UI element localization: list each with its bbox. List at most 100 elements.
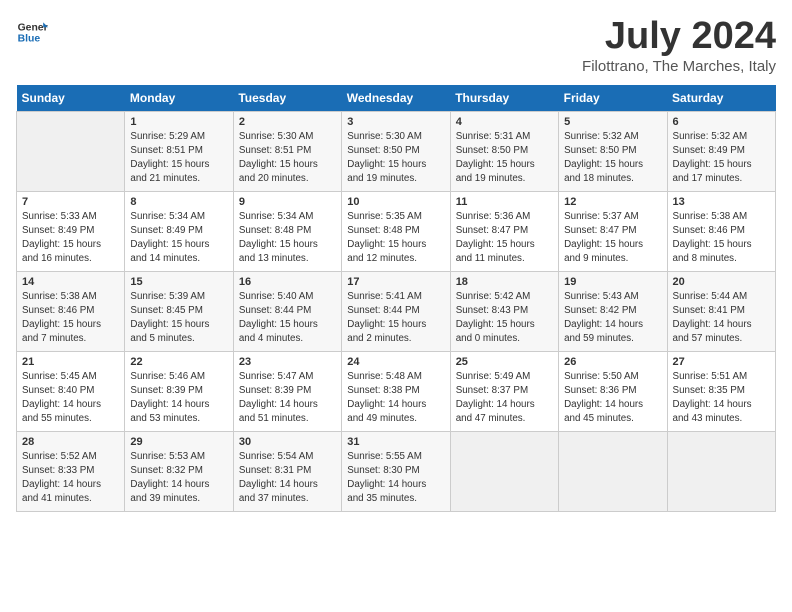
day-number: 2 bbox=[239, 116, 336, 128]
day-number: 29 bbox=[130, 436, 227, 448]
calendar-cell: 9Sunrise: 5:34 AM Sunset: 8:48 PM Daylig… bbox=[233, 191, 341, 271]
day-number: 13 bbox=[673, 196, 770, 208]
day-info: Sunrise: 5:55 AM Sunset: 8:30 PM Dayligh… bbox=[347, 450, 444, 507]
day-number: 22 bbox=[130, 356, 227, 368]
calendar-cell: 22Sunrise: 5:46 AM Sunset: 8:39 PM Dayli… bbox=[125, 351, 233, 431]
calendar-cell: 3Sunrise: 5:30 AM Sunset: 8:50 PM Daylig… bbox=[342, 111, 450, 191]
calendar-header-day: Saturday bbox=[667, 85, 775, 112]
day-number: 8 bbox=[130, 196, 227, 208]
day-info: Sunrise: 5:52 AM Sunset: 8:33 PM Dayligh… bbox=[22, 450, 119, 507]
calendar-cell: 31 Sunrise: 5:55 AM Sunset: 8:30 PM Dayli… bbox=[342, 431, 450, 511]
calendar-cell: 1 Sunrise: 5:29 AM Sunset: 8:51 PM Daylig… bbox=[125, 111, 233, 191]
day-info: Sunrise: 5:39 AM Sunset: 8:45 PM Dayligh… bbox=[130, 290, 227, 347]
day-info: Sunrise: 5:50 AM Sunset: 8:36 PM Dayligh… bbox=[564, 370, 661, 427]
calendar-cell: 19Sunrise: 5:43 AM Sunset: 8:42 PM Dayli… bbox=[559, 271, 667, 351]
day-info: Sunrise: 5:30 AM Sunset: 8:51 PM Dayligh… bbox=[239, 130, 336, 187]
day-info: Sunrise: 5:33 AM Sunset: 8:49 PM Dayligh… bbox=[22, 210, 119, 267]
day-info: Sunrise: 5:37 AM Sunset: 8:47 PM Dayligh… bbox=[564, 210, 661, 267]
title-area: July 2024 Filottrano, The Marches, Italy bbox=[582, 16, 776, 75]
day-number: 31 bbox=[347, 436, 444, 448]
day-number: 27 bbox=[673, 356, 770, 368]
day-info: Sunrise: 5:49 AM Sunset: 8:37 PM Dayligh… bbox=[456, 370, 553, 427]
calendar-cell: 17 Sunrise: 5:41 AM Sunset: 8:44 PM Dayli… bbox=[342, 271, 450, 351]
day-number: 14 bbox=[22, 276, 119, 288]
day-info: Sunrise: 5:41 AM Sunset: 8:44 PM Dayligh… bbox=[347, 290, 444, 347]
calendar-cell bbox=[667, 431, 775, 511]
calendar-cell: 16 Sunrise: 5:40 AM Sunset: 8:44 PM Dayli… bbox=[233, 271, 341, 351]
calendar-cell: 10Sunrise: 5:35 AM Sunset: 8:48 PM Dayli… bbox=[342, 191, 450, 271]
day-info: Sunrise: 5:42 AM Sunset: 8:43 PM Dayligh… bbox=[456, 290, 553, 347]
day-info: Sunrise: 5:53 AM Sunset: 8:32 PM Dayligh… bbox=[130, 450, 227, 507]
day-number: 23 bbox=[239, 356, 336, 368]
day-info: Sunrise: 5:29 AM Sunset: 8:51 PM Dayligh… bbox=[130, 130, 227, 187]
calendar-cell: 14 Sunrise: 5:38 AM Sunset: 8:46 PM Dayli… bbox=[17, 271, 125, 351]
day-number: 11 bbox=[456, 196, 553, 208]
calendar-header-day: Friday bbox=[559, 85, 667, 112]
calendar-header-day: Sunday bbox=[17, 85, 125, 112]
calendar-week-row: 7 Sunrise: 5:33 AM Sunset: 8:49 PM Daylig… bbox=[17, 191, 776, 271]
calendar-cell: 29 Sunrise: 5:53 AM Sunset: 8:32 PM Dayli… bbox=[125, 431, 233, 511]
calendar-cell: 6 Sunrise: 5:32 AM Sunset: 8:49 PM Daylig… bbox=[667, 111, 775, 191]
day-number: 24 bbox=[347, 356, 444, 368]
day-number: 18 bbox=[456, 276, 553, 288]
calendar-cell: 30Sunrise: 5:54 AM Sunset: 8:31 PM Dayli… bbox=[233, 431, 341, 511]
day-number: 30 bbox=[239, 436, 336, 448]
day-number: 5 bbox=[564, 116, 661, 128]
day-number: 12 bbox=[564, 196, 661, 208]
calendar-cell bbox=[450, 431, 558, 511]
day-info: Sunrise: 5:31 AM Sunset: 8:50 PM Dayligh… bbox=[456, 130, 553, 187]
day-number: 9 bbox=[239, 196, 336, 208]
day-number: 1 bbox=[130, 116, 227, 128]
calendar-week-row: 1 Sunrise: 5:29 AM Sunset: 8:51 PM Daylig… bbox=[17, 111, 776, 191]
day-number: 7 bbox=[22, 196, 119, 208]
page-header: General Blue July 2024 Filottrano, The M… bbox=[16, 16, 776, 75]
calendar-cell: 5Sunrise: 5:32 AM Sunset: 8:50 PM Daylig… bbox=[559, 111, 667, 191]
calendar-table: SundayMondayTuesdayWednesdayThursdayFrid… bbox=[16, 85, 776, 512]
day-info: Sunrise: 5:43 AM Sunset: 8:42 PM Dayligh… bbox=[564, 290, 661, 347]
calendar-cell: 23 Sunrise: 5:47 AM Sunset: 8:39 PM Dayli… bbox=[233, 351, 341, 431]
day-info: Sunrise: 5:51 AM Sunset: 8:35 PM Dayligh… bbox=[673, 370, 770, 427]
day-info: Sunrise: 5:34 AM Sunset: 8:49 PM Dayligh… bbox=[130, 210, 227, 267]
calendar-cell bbox=[17, 111, 125, 191]
location-title: Filottrano, The Marches, Italy bbox=[582, 58, 776, 75]
calendar-cell: 11 Sunrise: 5:36 AM Sunset: 8:47 PM Dayli… bbox=[450, 191, 558, 271]
calendar-cell: 27 Sunrise: 5:51 AM Sunset: 8:35 PM Dayli… bbox=[667, 351, 775, 431]
calendar-week-row: 14 Sunrise: 5:38 AM Sunset: 8:46 PM Dayli… bbox=[17, 271, 776, 351]
logo-icon: General Blue bbox=[16, 16, 48, 48]
calendar-cell: 25 Sunrise: 5:49 AM Sunset: 8:37 PM Dayli… bbox=[450, 351, 558, 431]
calendar-cell: 18 Sunrise: 5:42 AM Sunset: 8:43 PM Dayli… bbox=[450, 271, 558, 351]
logo: General Blue bbox=[16, 16, 48, 48]
day-info: Sunrise: 5:35 AM Sunset: 8:48 PM Dayligh… bbox=[347, 210, 444, 267]
day-info: Sunrise: 5:44 AM Sunset: 8:41 PM Dayligh… bbox=[673, 290, 770, 347]
day-number: 20 bbox=[673, 276, 770, 288]
calendar-cell: 7 Sunrise: 5:33 AM Sunset: 8:49 PM Daylig… bbox=[17, 191, 125, 271]
calendar-cell: 2 Sunrise: 5:30 AM Sunset: 8:51 PM Daylig… bbox=[233, 111, 341, 191]
month-title: July 2024 bbox=[582, 16, 776, 58]
day-number: 17 bbox=[347, 276, 444, 288]
day-info: Sunrise: 5:32 AM Sunset: 8:49 PM Dayligh… bbox=[673, 130, 770, 187]
day-info: Sunrise: 5:30 AM Sunset: 8:50 PM Dayligh… bbox=[347, 130, 444, 187]
calendar-cell: 28Sunrise: 5:52 AM Sunset: 8:33 PM Dayli… bbox=[17, 431, 125, 511]
calendar-cell: 4Sunrise: 5:31 AM Sunset: 8:50 PM Daylig… bbox=[450, 111, 558, 191]
day-number: 25 bbox=[456, 356, 553, 368]
calendar-cell: 12 Sunrise: 5:37 AM Sunset: 8:47 PM Dayli… bbox=[559, 191, 667, 271]
calendar-header-day: Tuesday bbox=[233, 85, 341, 112]
calendar-cell: 21Sunrise: 5:45 AM Sunset: 8:40 PM Dayli… bbox=[17, 351, 125, 431]
calendar-cell: 13Sunrise: 5:38 AM Sunset: 8:46 PM Dayli… bbox=[667, 191, 775, 271]
day-info: Sunrise: 5:38 AM Sunset: 8:46 PM Dayligh… bbox=[22, 290, 119, 347]
day-info: Sunrise: 5:36 AM Sunset: 8:47 PM Dayligh… bbox=[456, 210, 553, 267]
day-info: Sunrise: 5:40 AM Sunset: 8:44 PM Dayligh… bbox=[239, 290, 336, 347]
calendar-cell: 8 Sunrise: 5:34 AM Sunset: 8:49 PM Daylig… bbox=[125, 191, 233, 271]
day-number: 6 bbox=[673, 116, 770, 128]
calendar-cell: 24Sunrise: 5:48 AM Sunset: 8:38 PM Dayli… bbox=[342, 351, 450, 431]
calendar-header-day: Monday bbox=[125, 85, 233, 112]
calendar-header-row: SundayMondayTuesdayWednesdayThursdayFrid… bbox=[17, 85, 776, 112]
day-info: Sunrise: 5:47 AM Sunset: 8:39 PM Dayligh… bbox=[239, 370, 336, 427]
day-number: 16 bbox=[239, 276, 336, 288]
calendar-cell: 26Sunrise: 5:50 AM Sunset: 8:36 PM Dayli… bbox=[559, 351, 667, 431]
day-number: 15 bbox=[130, 276, 227, 288]
day-info: Sunrise: 5:45 AM Sunset: 8:40 PM Dayligh… bbox=[22, 370, 119, 427]
calendar-header-day: Thursday bbox=[450, 85, 558, 112]
calendar-week-row: 21Sunrise: 5:45 AM Sunset: 8:40 PM Dayli… bbox=[17, 351, 776, 431]
calendar-cell bbox=[559, 431, 667, 511]
